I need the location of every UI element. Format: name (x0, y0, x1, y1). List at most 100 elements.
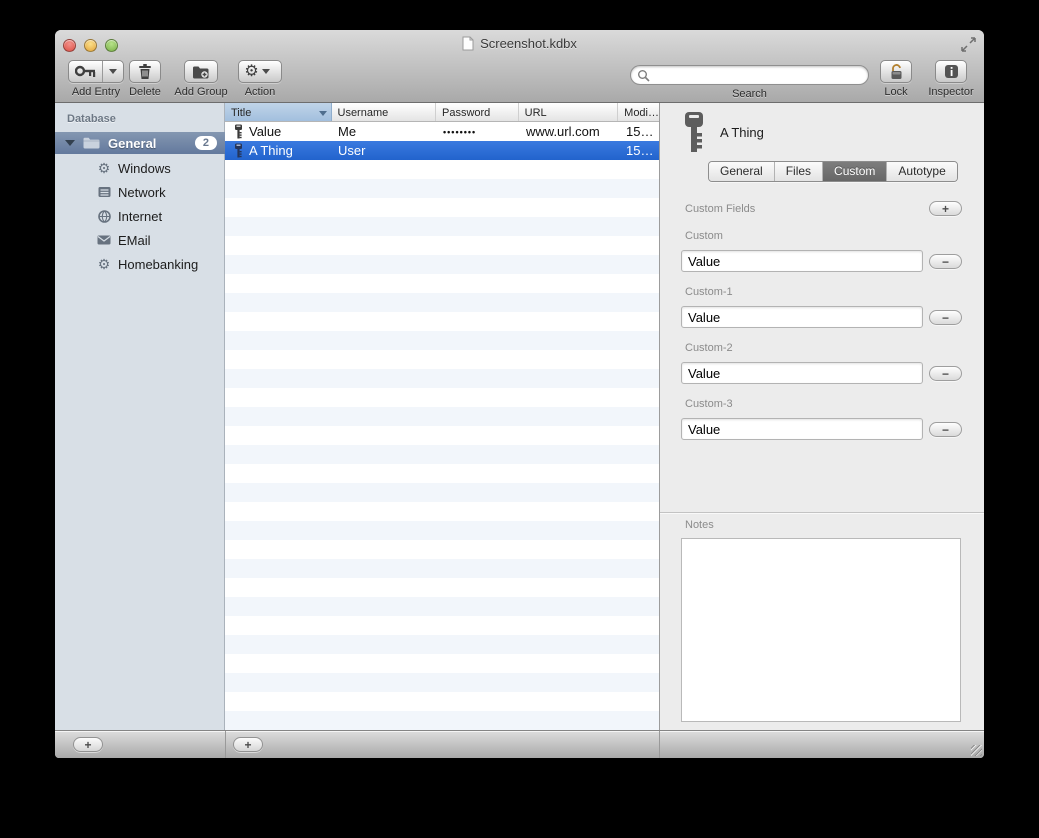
column-header-url[interactable]: URL (519, 103, 619, 121)
empty-table-row[interactable] (225, 445, 659, 464)
resize-grip[interactable] (971, 745, 982, 756)
action-label: Action (245, 86, 276, 98)
bottom-bar: + + (55, 730, 984, 758)
empty-table-row[interactable] (225, 692, 659, 711)
entry-count-badge: 2 (195, 136, 217, 150)
remove-custom-field-button[interactable]: − (929, 254, 962, 269)
empty-table-row[interactable] (225, 559, 659, 578)
add-group-button[interactable] (184, 60, 218, 83)
empty-table-row[interactable] (225, 388, 659, 407)
column-header-password[interactable]: Password (436, 103, 519, 121)
empty-table-row[interactable] (225, 236, 659, 255)
search-icon (637, 69, 650, 82)
column-header-title[interactable]: Title (225, 103, 332, 121)
search-field[interactable] (630, 65, 869, 85)
disclosure-triangle-icon[interactable] (65, 140, 75, 146)
custom-field-label: Custom (685, 230, 723, 242)
custom-field-input[interactable] (681, 418, 923, 440)
tab-files[interactable]: Files (775, 162, 823, 181)
notes-textarea[interactable] (681, 538, 961, 722)
sidebar-item-internet[interactable]: Internet (55, 204, 225, 228)
empty-table-row[interactable] (225, 540, 659, 559)
tab-custom[interactable]: Custom (823, 162, 887, 181)
empty-table-row[interactable] (225, 464, 659, 483)
key-icon (234, 143, 243, 158)
custom-field-input[interactable] (681, 362, 923, 384)
empty-table-row[interactable] (225, 160, 659, 179)
add-entry-plus-button[interactable]: + (233, 737, 263, 752)
add-group-plus-button[interactable]: + (73, 737, 103, 752)
entry-username: User (332, 143, 437, 158)
custom-field-input[interactable] (681, 250, 923, 272)
empty-table-row[interactable] (225, 426, 659, 445)
search-item: Search (628, 60, 871, 100)
empty-table-row[interactable] (225, 673, 659, 692)
sidebar-group-general[interactable]: General 2 (55, 132, 225, 154)
empty-table-row[interactable] (225, 217, 659, 236)
empty-table-row[interactable] (225, 597, 659, 616)
empty-table-row[interactable] (225, 502, 659, 521)
add-entry-item: Add Entry (63, 60, 129, 98)
table-row-selected[interactable]: A Thing User 15… (225, 141, 659, 160)
empty-table-row[interactable] (225, 369, 659, 388)
inspector-label: Inspector (928, 86, 973, 98)
globe-icon (96, 210, 112, 223)
entry-password: •••••••• (437, 127, 520, 137)
empty-table-row[interactable] (225, 274, 659, 293)
sidebar-group-label: General (108, 136, 195, 151)
empty-table-row[interactable] (225, 711, 659, 730)
empty-table-row[interactable] (225, 635, 659, 654)
search-input[interactable] (650, 67, 868, 83)
entry-modified: 15… (620, 143, 659, 158)
empty-table-row[interactable] (225, 654, 659, 673)
empty-table-row[interactable] (225, 331, 659, 350)
empty-table-row[interactable] (225, 578, 659, 597)
sidebar: Database General 2 ⚙ Windows (55, 103, 225, 730)
inspector-button[interactable] (935, 60, 967, 83)
delete-button[interactable] (129, 60, 161, 83)
sidebar-item-email[interactable]: EMail (55, 228, 225, 252)
add-entry-button[interactable] (68, 60, 124, 83)
remove-custom-field-button[interactable]: − (929, 310, 962, 325)
sidebar-item-network[interactable]: Network (55, 180, 225, 204)
column-header-modified[interactable]: Modi… (618, 103, 659, 121)
gear-icon: ⚙ (96, 257, 112, 271)
chevron-down-icon (109, 69, 117, 74)
custom-field-input[interactable] (681, 306, 923, 328)
tab-general[interactable]: General (709, 162, 775, 181)
empty-table-row[interactable] (225, 616, 659, 635)
sidebar-item-homebanking[interactable]: ⚙ Homebanking (55, 252, 225, 276)
fullscreen-icon[interactable] (961, 37, 976, 52)
lock-label: Lock (884, 86, 907, 98)
titlebar[interactable]: Screenshot.kdbx (55, 30, 984, 58)
folder-plus-icon (192, 65, 210, 79)
tab-autotype[interactable]: Autotype (887, 162, 956, 181)
add-custom-field-button[interactable]: + (929, 201, 962, 216)
lock-button[interactable] (880, 60, 912, 83)
empty-table-row[interactable] (225, 483, 659, 502)
empty-table-row[interactable] (225, 407, 659, 426)
remove-custom-field-button[interactable]: − (929, 366, 962, 381)
empty-table-row[interactable] (225, 312, 659, 331)
key-icon (234, 124, 243, 139)
table-row[interactable]: Value Me •••••••• www.url.com 15… (225, 122, 659, 141)
envelope-icon (96, 235, 112, 245)
divider (225, 731, 226, 758)
delete-label: Delete (129, 86, 161, 98)
entry-title: Value (249, 124, 281, 139)
action-button[interactable]: ⚙ (238, 60, 282, 83)
remove-custom-field-button[interactable]: − (929, 422, 962, 437)
column-header-username[interactable]: Username (332, 103, 437, 121)
empty-table-row[interactable] (225, 255, 659, 274)
column-label: Password (442, 107, 490, 119)
sidebar-item-label: Homebanking (118, 257, 198, 272)
sidebar-item-windows[interactable]: ⚙ Windows (55, 156, 225, 180)
search-label: Search (732, 88, 767, 100)
empty-table-row[interactable] (225, 521, 659, 540)
window-title: Screenshot.kdbx (480, 36, 577, 51)
column-label: Title (231, 107, 251, 119)
empty-table-row[interactable] (225, 198, 659, 217)
empty-table-row[interactable] (225, 179, 659, 198)
empty-table-row[interactable] (225, 350, 659, 369)
empty-table-row[interactable] (225, 293, 659, 312)
